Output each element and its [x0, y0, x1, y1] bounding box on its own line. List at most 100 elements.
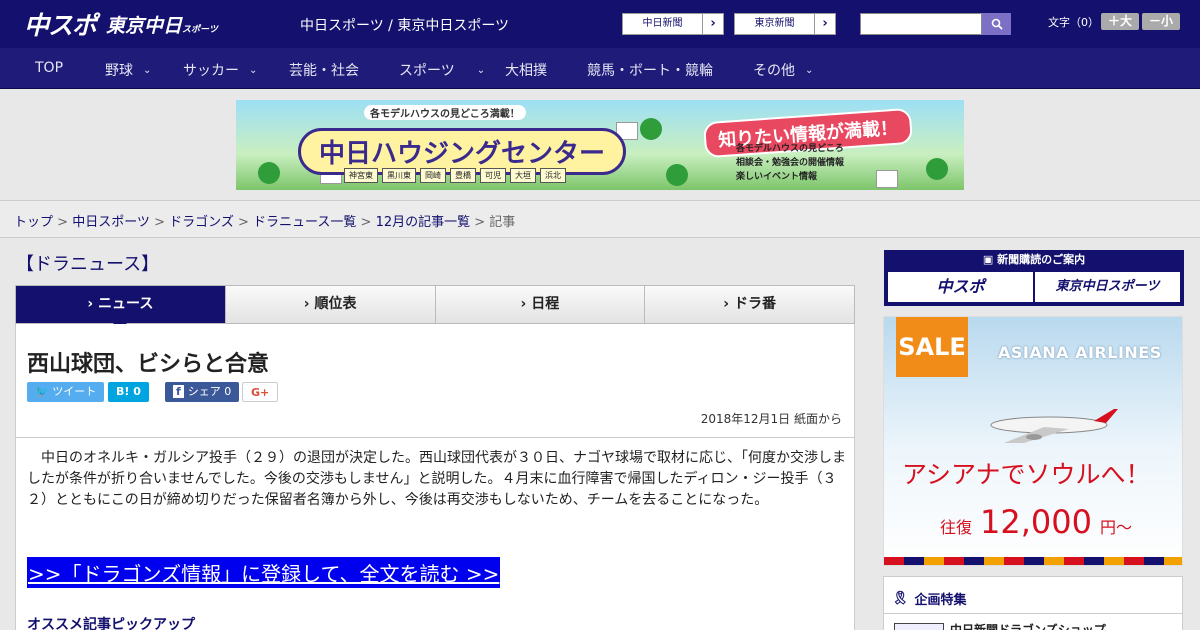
tab-dora-ban[interactable]: › ドラ番 [645, 286, 854, 323]
tweet-button[interactable]: 🐦 ツイート [27, 382, 105, 402]
ad-price-prefix: 往復 [940, 518, 973, 537]
feature-divider [884, 613, 1182, 614]
main-nav: TOP 野球 ⌄ サッカー ⌄ 芸能・社会 スポーツ ⌄ 大相撲 競馬・ボート・競輪 … [0, 48, 1200, 89]
nav-item-sumo[interactable]: 大相撲 [505, 60, 547, 80]
newspaper-icon: ▣ [982, 253, 998, 266]
tab-label: ドラ番 [733, 296, 776, 312]
article: 西山球団、ビシらと合意 🐦 ツイート B! 0 f シェア 0 G+ 2018年1… [15, 324, 855, 630]
feature-heading: 🎗 企画特集 [892, 589, 967, 608]
breadcrumb-top[interactable]: トップ [14, 215, 53, 230]
house-decoration [876, 170, 898, 188]
banner-top-text: 各モデルハウスの見どころ満載！ [364, 105, 526, 120]
twitter-icon: 🐦 [35, 385, 53, 398]
nav-label: サッカー [183, 63, 239, 79]
breadcrumb-dora-news[interactable]: ドラニュース一覧 [253, 215, 356, 230]
subscription-heading: ▣ 新聞購読のご案内 [884, 250, 1184, 270]
chevron-right-icon: › [87, 296, 99, 312]
font-larger-button[interactable]: ＋大 [1101, 13, 1139, 30]
nav-item-others[interactable]: その他 ⌄ [753, 60, 813, 80]
city-tag: 可児 [480, 168, 506, 183]
banner-list-item: 相談会・勉強会の開催情報 [736, 158, 845, 168]
nav-item-racing[interactable]: 競馬・ボート・競輪 [587, 60, 713, 80]
site-name[interactable]: 中日スポーツ / 東京中日スポーツ [300, 15, 509, 35]
chevron-right-icon: › [710, 16, 716, 31]
tree-decoration [666, 164, 688, 186]
subscribe-chuspo-button[interactable]: 中スポ [888, 272, 1033, 302]
google-plus-button[interactable]: G+ [242, 382, 279, 402]
tree-decoration [926, 158, 948, 180]
tab-news[interactable]: › ニュース [16, 286, 226, 331]
nav-label: TOP [35, 60, 64, 76]
article-body: 中日のオネルキ・ガルシア投手（２９）の退団が決定した。西山球団代表が３０日、ナゴ… [27, 450, 846, 508]
ad-price-value: 12,000 [980, 503, 1092, 541]
tab-label: ニュース [98, 296, 154, 312]
feature-box: 🎗 企画特集 中日新聞ドラゴンズショップ [883, 576, 1183, 630]
city-tag: 黒川東 [382, 168, 416, 183]
airplane-icon [990, 409, 1118, 443]
chevron-right-icon: › [723, 296, 734, 312]
nav-item-entertainment[interactable]: 芸能・社会 [289, 60, 359, 80]
font-size-label: 文字（0） [1048, 16, 1099, 29]
feature-item-dragons-shop[interactable]: 中日新聞ドラゴンズショップ [950, 621, 1106, 630]
facebook-share-label: シェア 0 [187, 385, 232, 398]
nav-item-soccer[interactable]: サッカー ⌄ [183, 60, 257, 80]
chunichi-shimbun-label: 中日新聞 [623, 14, 703, 34]
article-divider [16, 437, 854, 438]
chevron-down-icon: ⌄ [805, 64, 814, 76]
city-tag: 大垣 [510, 168, 536, 183]
asiana-ad[interactable]: SALE ASIANA AIRLINES アシアナでソウルへ！ 往復 12,00… [883, 316, 1183, 566]
search-input[interactable] [860, 13, 982, 35]
breadcrumb: トップ > 中日スポーツ > ドラゴンズ > ドラニュース一覧 > 12月の記事… [14, 211, 515, 230]
tab-schedule[interactable]: › 日程 [436, 286, 646, 323]
housing-center-banner[interactable]: 各モデルハウスの見どころ満載！ 中日ハウジングセンター 知りたい情報が満載！ 各… [236, 100, 964, 190]
site-logo[interactable]: 中スポ 東京中日スポーツ [24, 8, 218, 40]
nav-item-sports[interactable]: スポーツ ⌄ [399, 60, 485, 80]
chevron-down-icon: ⌄ [143, 64, 152, 76]
ad-headline: アシアナでソウルへ！ [902, 460, 1151, 489]
breadcrumb-december[interactable]: 12月の記事一覧 [376, 215, 471, 230]
ad-price-unit: 円〜 [1099, 518, 1132, 537]
breadcrumb-dragons[interactable]: ドラゴンズ [169, 215, 234, 230]
tokyo-shimbun-label: 東京新聞 [735, 14, 815, 34]
nav-item-top[interactable]: TOP [35, 60, 63, 76]
ad-sale-badge: SALE [896, 317, 968, 377]
nav-label: 野球 [105, 63, 133, 79]
tab-label: 日程 [531, 296, 560, 312]
article-title: 西山球団、ビシらと合意 [27, 352, 270, 377]
search-button[interactable] [982, 13, 1011, 35]
banner-list: 各モデルハウスの見どころ 相談会・勉強会の開催情報 楽しいイベント情報 [736, 142, 844, 184]
nav-item-baseball[interactable]: 野球 ⌄ [105, 60, 151, 80]
register-read-more-link[interactable]: >>「ドラゴンズ情報」に登録して、全文を読む >> [27, 557, 501, 588]
city-tag: 神宮東 [344, 168, 378, 183]
chevron-right-icon: › [520, 296, 532, 312]
facebook-share-button[interactable]: f シェア 0 [165, 382, 240, 402]
breadcrumb-bar: トップ > 中日スポーツ > ドラゴンズ > ドラニュース一覧 > 12月の記事… [0, 200, 1200, 238]
city-tag: 豊橋 [450, 168, 476, 183]
chunichi-shimbun-button[interactable]: 中日新聞 › [622, 13, 724, 35]
hatena-button[interactable]: B! 0 [108, 382, 149, 402]
section-label: 【ドラニュース】 [16, 254, 160, 275]
nav-label: スポーツ [399, 63, 455, 79]
city-tag: 浜北 [540, 168, 566, 183]
tokyo-shimbun-button[interactable]: 東京新聞 › [734, 13, 836, 35]
logo-chuspo: 中スポ [24, 11, 97, 40]
nav-label: その他 [753, 63, 795, 79]
logo-tokyo-small: スポーツ [182, 24, 218, 35]
feature-thumbnail[interactable] [894, 623, 944, 630]
facebook-icon: f [173, 385, 184, 398]
breadcrumb-chunichi-sports[interactable]: 中日スポーツ [72, 215, 150, 230]
banner-list-item: 楽しいイベント情報 [736, 172, 818, 182]
banner-list-item: 各モデルハウスの見どころ [736, 144, 844, 154]
subscription-heading-text: 新聞購読のご案内 [997, 253, 1086, 266]
city-tag: 岡崎 [420, 168, 446, 183]
nav-label: 競馬・ボート・競輪 [587, 63, 713, 79]
ribbon-icon: 🎗 [892, 591, 909, 606]
breadcrumb-current: 記事 [489, 215, 516, 230]
ad-stripe [884, 557, 1182, 565]
tab-standings[interactable]: › 順位表 [226, 286, 436, 323]
subscribe-tokyo-chunichi-button[interactable]: 東京中日スポーツ [1035, 272, 1180, 302]
top-header: 中スポ 東京中日スポーツ 中日スポーツ / 東京中日スポーツ 中日新聞 › 東京… [0, 0, 1200, 48]
font-smaller-button[interactable]: －小 [1142, 13, 1180, 30]
breadcrumb-sep: > [53, 215, 73, 230]
logo-tokyo-text: 東京中日 [106, 14, 183, 37]
